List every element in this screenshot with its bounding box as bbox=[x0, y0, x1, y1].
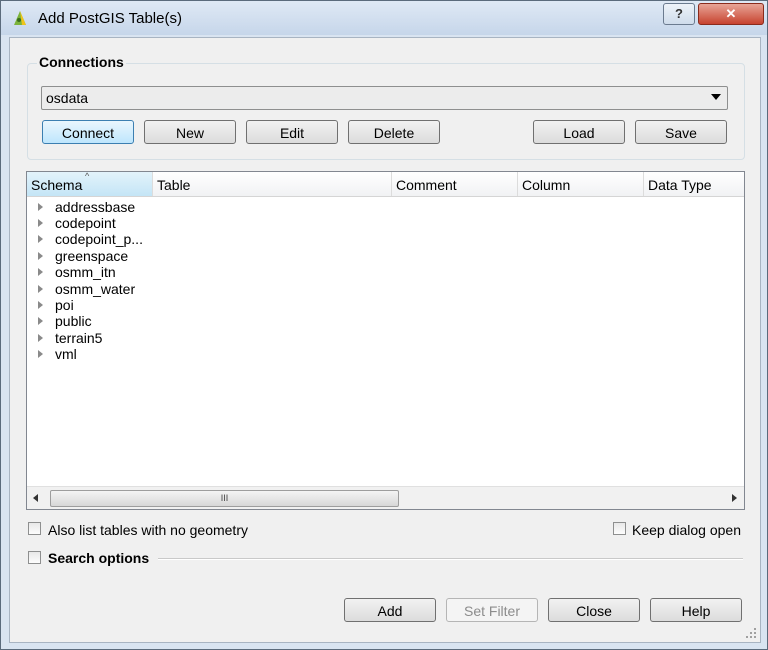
new-button[interactable]: New bbox=[144, 120, 236, 144]
expand-arrow-icon[interactable] bbox=[38, 285, 43, 293]
schema-name: osmm_itn bbox=[55, 264, 116, 280]
tree-row[interactable]: vml bbox=[27, 346, 427, 363]
tree-row[interactable]: public bbox=[27, 313, 427, 330]
scroll-right-icon[interactable] bbox=[732, 494, 737, 502]
tree-row[interactable]: codepoint bbox=[27, 215, 427, 232]
schema-name: addressbase bbox=[55, 199, 136, 215]
tree-row[interactable]: codepoint_p... bbox=[27, 231, 427, 248]
tree-row[interactable]: osmm_itn bbox=[27, 264, 427, 281]
expand-arrow-icon[interactable] bbox=[38, 317, 43, 325]
tree-header: ^ Schema Table Comment Column Data Type bbox=[27, 171, 744, 197]
expand-arrow-icon[interactable] bbox=[38, 252, 43, 260]
search-options-label: Search options bbox=[48, 550, 150, 566]
expand-arrow-icon[interactable] bbox=[38, 350, 43, 358]
schema-name: vml bbox=[55, 346, 77, 362]
tree-row[interactable]: poi bbox=[27, 297, 427, 314]
help-title-label: ? bbox=[675, 6, 683, 21]
search-options-divider bbox=[158, 558, 743, 560]
expand-arrow-icon[interactable] bbox=[38, 268, 43, 276]
schema-name: codepoint_p... bbox=[55, 231, 143, 247]
tree-row[interactable]: terrain5 bbox=[27, 330, 427, 347]
save-button[interactable]: Save bbox=[635, 120, 727, 144]
title-bar[interactable]: Add PostGIS Table(s) ? ✕ bbox=[1, 1, 767, 35]
column-header-data-type-label: Data Type bbox=[648, 177, 712, 193]
column-header-comment-label: Comment bbox=[396, 177, 457, 193]
column-header-table[interactable]: Table bbox=[153, 172, 392, 196]
expand-arrow-icon[interactable] bbox=[38, 219, 43, 227]
resize-grip-icon[interactable] bbox=[745, 627, 757, 639]
column-header-schema-label: Schema bbox=[31, 177, 83, 193]
delete-button[interactable]: Delete bbox=[348, 120, 440, 144]
expand-arrow-icon[interactable] bbox=[38, 334, 43, 342]
load-button[interactable]: Load bbox=[533, 120, 625, 144]
scrollbar-grip: III bbox=[220, 493, 229, 503]
column-header-comment[interactable]: Comment bbox=[392, 172, 518, 196]
schema-name: poi bbox=[55, 297, 74, 313]
expand-arrow-icon[interactable] bbox=[38, 235, 43, 243]
schema-name: terrain5 bbox=[55, 330, 103, 346]
column-header-table-label: Table bbox=[157, 177, 191, 193]
expand-arrow-icon[interactable] bbox=[38, 203, 43, 211]
tables-tree[interactable]: ^ Schema Table Comment Column Data Type … bbox=[26, 171, 745, 510]
sort-ascending-icon: ^ bbox=[85, 171, 90, 181]
expand-arrow-icon[interactable] bbox=[38, 301, 43, 309]
list-no-geometry-checkbox[interactable] bbox=[28, 522, 41, 535]
chevron-down-icon bbox=[711, 94, 721, 100]
window-title: Add PostGIS Table(s) bbox=[38, 10, 182, 27]
schema-name: public bbox=[55, 313, 92, 329]
horizontal-scrollbar[interactable]: III bbox=[27, 486, 744, 509]
close-button[interactable]: Close bbox=[548, 598, 640, 622]
connect-button[interactable]: Connect bbox=[42, 120, 134, 144]
list-no-geometry-label: Also list tables with no geometry bbox=[48, 522, 248, 538]
tree-row[interactable]: osmm_water bbox=[27, 281, 427, 298]
close-title-button[interactable]: ✕ bbox=[698, 3, 764, 25]
schema-name: osmm_water bbox=[55, 281, 136, 297]
help-title-button[interactable]: ? bbox=[663, 3, 695, 25]
search-options-checkbox[interactable] bbox=[28, 551, 41, 564]
dialog-window: Add PostGIS Table(s) ? ✕ Connections osd… bbox=[0, 0, 768, 650]
tree-row[interactable]: greenspace bbox=[27, 248, 427, 265]
connection-select-value: osdata bbox=[46, 90, 89, 106]
keep-dialog-open-label: Keep dialog open bbox=[632, 522, 741, 538]
column-header-column-label: Column bbox=[522, 177, 571, 193]
help-button[interactable]: Help bbox=[650, 598, 742, 622]
edit-button[interactable]: Edit bbox=[246, 120, 338, 144]
keep-dialog-open-checkbox[interactable] bbox=[613, 522, 626, 535]
add-button[interactable]: Add bbox=[344, 598, 436, 622]
connections-group bbox=[27, 63, 745, 160]
dialog-client-area: Connections osdata Connect New Edit Dele… bbox=[9, 37, 761, 643]
schema-name: codepoint bbox=[55, 215, 116, 231]
scrollbar-thumb[interactable]: III bbox=[50, 490, 399, 507]
qgis-logo-icon bbox=[14, 11, 26, 25]
close-icon: ✕ bbox=[725, 6, 737, 21]
scroll-left-icon[interactable] bbox=[33, 494, 38, 502]
connection-select[interactable]: osdata bbox=[41, 86, 728, 110]
set-filter-button[interactable]: Set Filter bbox=[446, 598, 538, 622]
column-header-column[interactable]: Column bbox=[518, 172, 644, 196]
connections-group-label: Connections bbox=[37, 54, 126, 70]
column-header-schema[interactable]: ^ Schema bbox=[27, 171, 153, 196]
schema-name: greenspace bbox=[55, 248, 129, 264]
tree-row[interactable]: addressbase bbox=[27, 199, 427, 216]
column-header-data-type[interactable]: Data Type bbox=[644, 172, 744, 196]
